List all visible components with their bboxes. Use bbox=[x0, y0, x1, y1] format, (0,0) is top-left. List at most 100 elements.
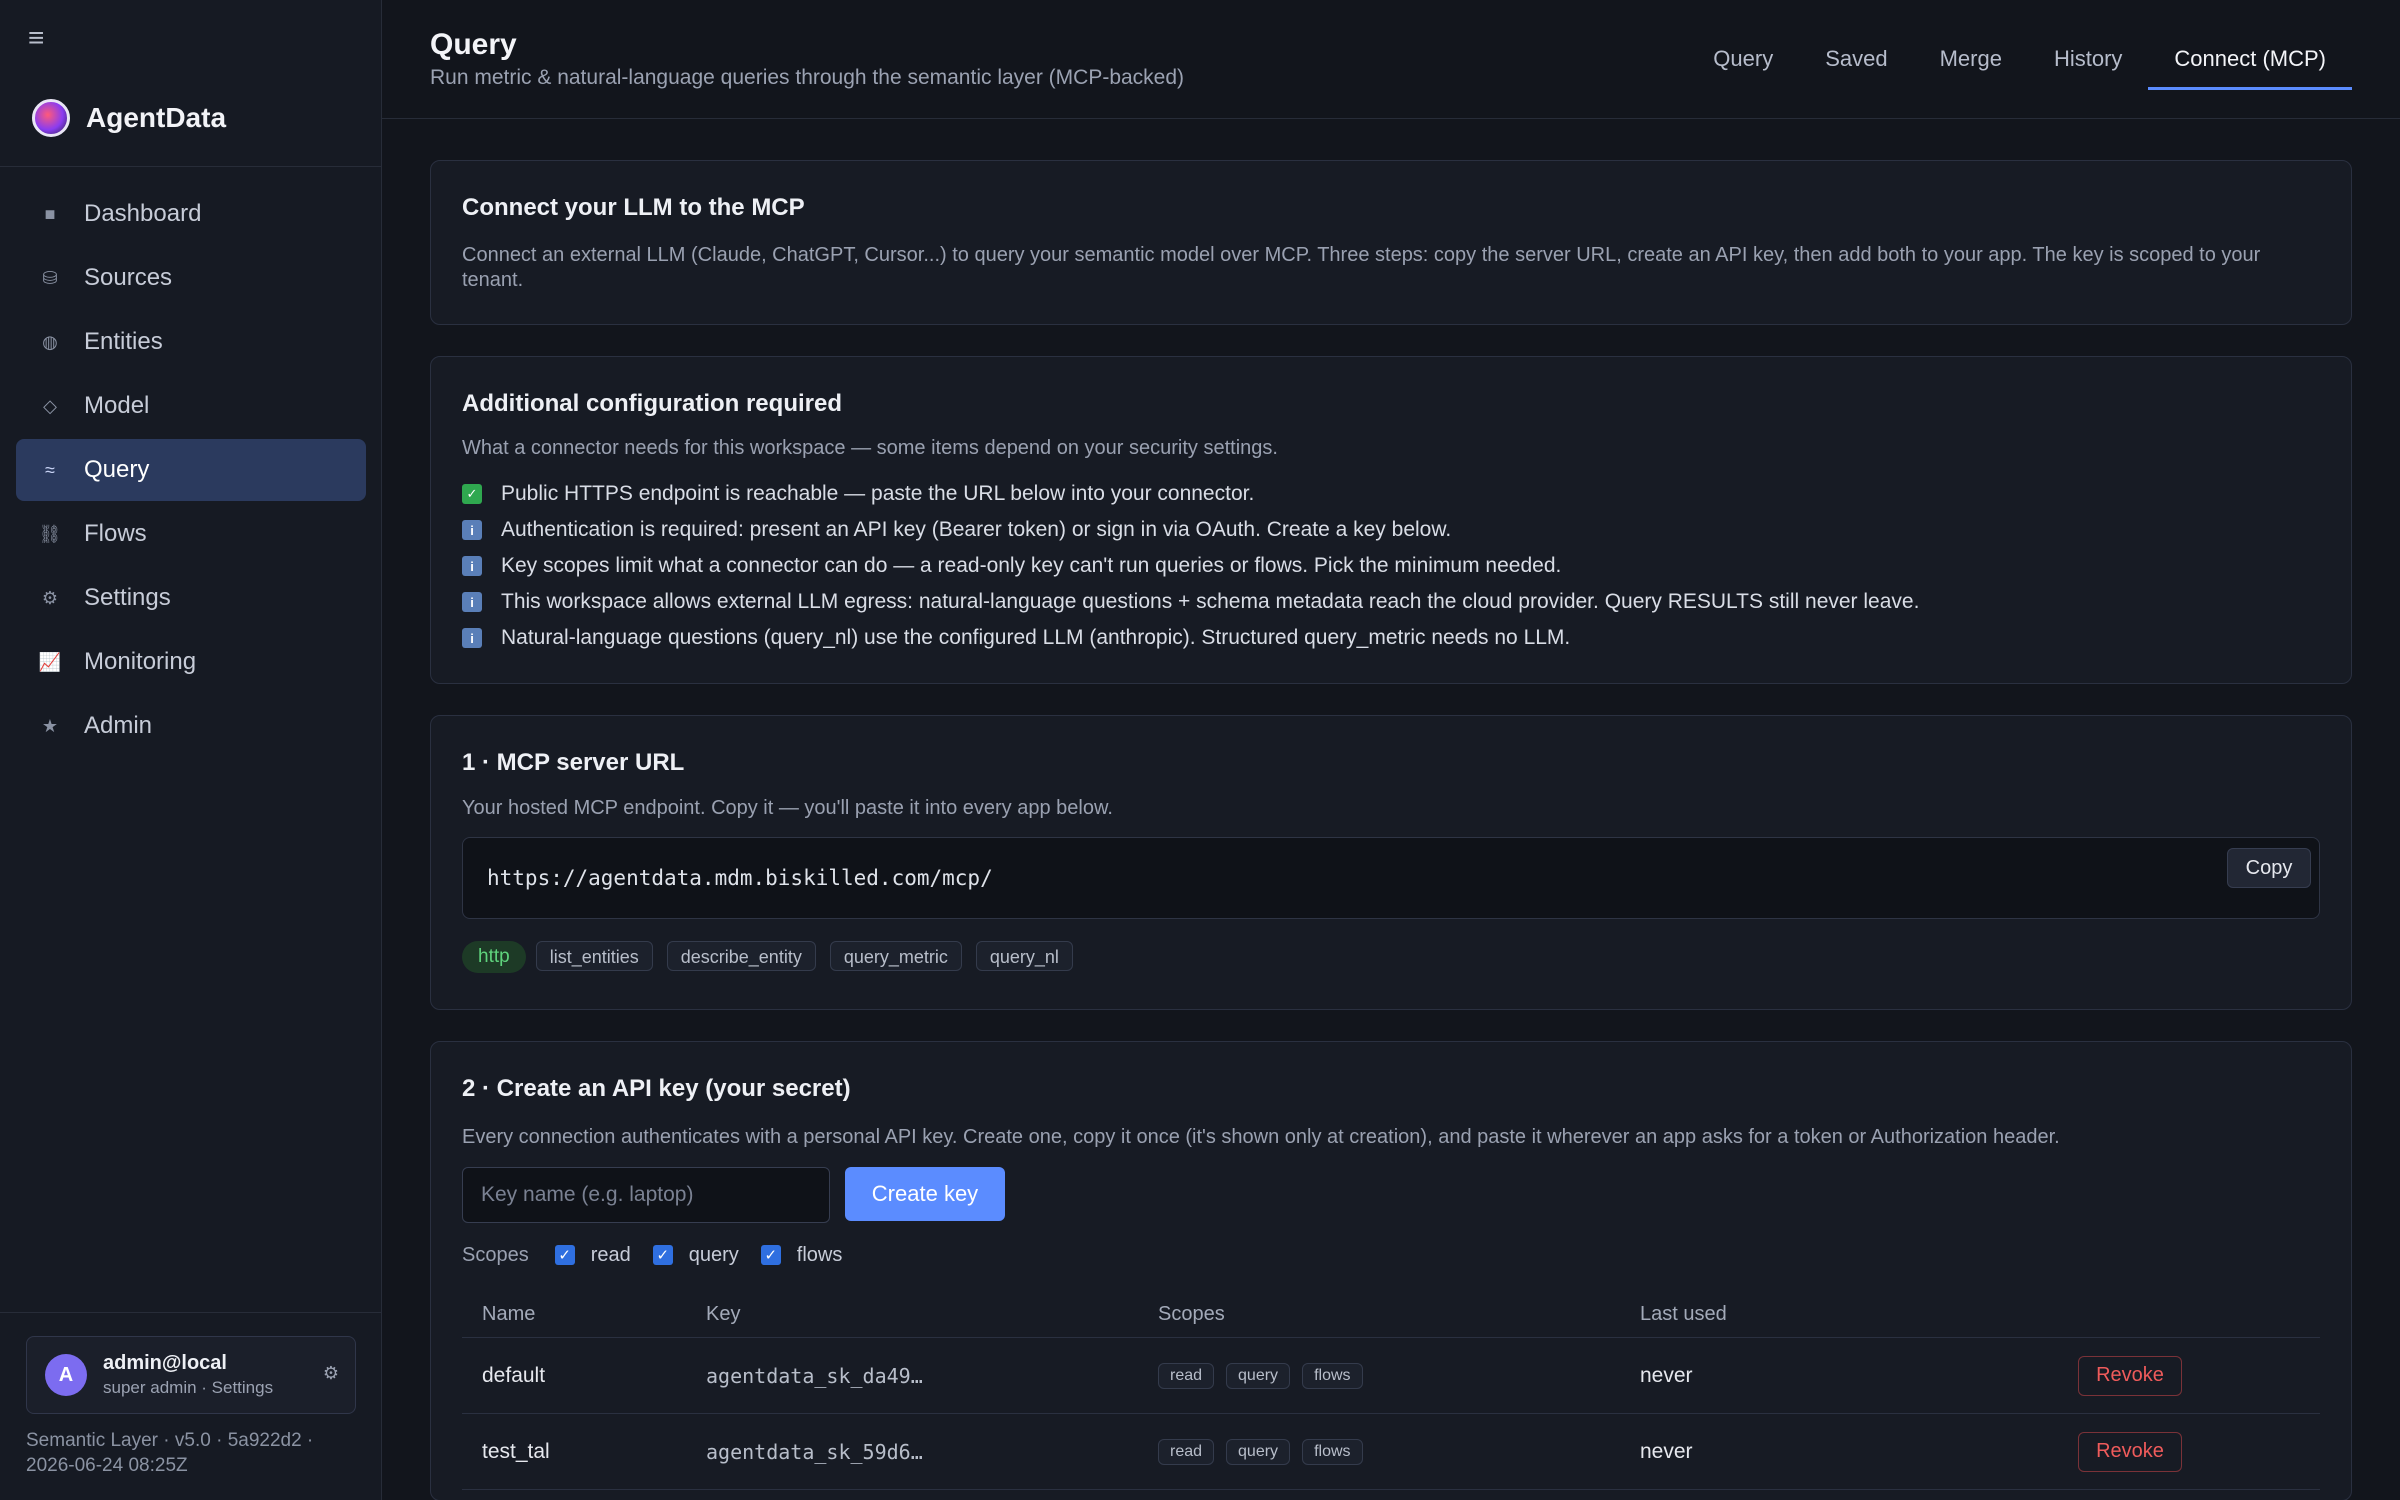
sidebar-item-label: Monitoring bbox=[84, 648, 197, 675]
dashboard-icon: ■ bbox=[44, 203, 56, 224]
divider bbox=[0, 166, 382, 167]
list-item: i This workspace allows external LLM egr… bbox=[462, 584, 1919, 620]
divider bbox=[0, 1312, 382, 1313]
sidebar-item-model[interactable]: ◇ Model bbox=[16, 375, 366, 437]
checkbox-icon[interactable]: ✓ bbox=[652, 1245, 673, 1265]
page-subtitle: Run metric & natural-language queries th… bbox=[430, 66, 1185, 89]
scope-read-checkbox[interactable]: ✓ read bbox=[554, 1244, 631, 1267]
app-name: AgentData bbox=[86, 102, 227, 133]
scope-query-checkbox[interactable]: ✓ query bbox=[652, 1244, 739, 1267]
connect-card: Connect your LLM to the MCP Connect an e… bbox=[430, 160, 2352, 325]
gear-icon[interactable]: ⚙ bbox=[323, 1363, 339, 1384]
page-header: Query Run metric & natural-language quer… bbox=[382, 0, 2400, 119]
server-url-card: 1 · MCP server URL Your hosted MCP endpo… bbox=[430, 715, 2352, 1010]
key-name-input[interactable] bbox=[462, 1167, 830, 1223]
tab-bar: Query Saved Merge History Connect (MCP) bbox=[1687, 30, 2352, 90]
info-icon: i bbox=[462, 592, 482, 612]
tab-connect-mcp[interactable]: Connect (MCP) bbox=[2148, 30, 2352, 90]
column-header: Name bbox=[482, 1303, 536, 1325]
sidebar-item-label: Entities bbox=[84, 328, 163, 355]
scope-tag: read bbox=[1158, 1438, 1215, 1465]
tool-tag: list_entities bbox=[535, 941, 653, 971]
tab-history[interactable]: History bbox=[2028, 30, 2148, 90]
tool-tag: query_nl bbox=[975, 941, 1073, 971]
sidebar-item-label: Query bbox=[84, 456, 150, 483]
row-actions: Revoke bbox=[2078, 1431, 2320, 1472]
requirements-list: ✓ Public HTTPS endpoint is reachable — p… bbox=[462, 476, 1919, 656]
card-title: 1 · MCP server URL bbox=[462, 749, 685, 776]
requirement-text: Authentication is required: present an A… bbox=[501, 518, 1452, 541]
api-key-card: 2 · Create an API key (your secret) Ever… bbox=[430, 1041, 2352, 1500]
user-card[interactable]: A admin@local super admin · Settings ⚙ bbox=[26, 1336, 356, 1414]
sidebar-item-label: Flows bbox=[84, 520, 147, 547]
gear-icon: ⚙ bbox=[41, 587, 59, 608]
key-scopes: read query flows bbox=[1158, 1362, 1640, 1389]
model-icon: ◇ bbox=[43, 395, 57, 416]
last-used: never bbox=[1640, 1439, 1693, 1463]
page-title: Query bbox=[430, 28, 517, 61]
menu-icon[interactable]: ≡ bbox=[28, 22, 44, 54]
table-row: default agentdata_sk_da49… read query fl… bbox=[462, 1338, 2320, 1414]
chart-icon: 📈 bbox=[38, 651, 62, 672]
info-icon: i bbox=[462, 520, 482, 540]
logo-icon bbox=[32, 99, 70, 137]
sidebar-item-query[interactable]: ≈ Query bbox=[16, 439, 366, 501]
flows-icon: ⛓ bbox=[38, 523, 62, 544]
entities-icon: ◍ bbox=[42, 331, 58, 352]
brand[interactable]: AgentData bbox=[32, 96, 226, 140]
info-icon: i bbox=[462, 628, 482, 648]
list-item: i Authentication is required: present an… bbox=[462, 512, 1919, 548]
tab-query[interactable]: Query bbox=[1687, 30, 1799, 90]
card-title: 2 · Create an API key (your secret) bbox=[462, 1075, 851, 1102]
revoke-button[interactable]: Revoke bbox=[2078, 1431, 2182, 1472]
scope-tag: read bbox=[1158, 1362, 1215, 1389]
star-icon: ★ bbox=[41, 715, 59, 736]
scope-label: flows bbox=[796, 1243, 843, 1266]
card-description: Your hosted MCP endpoint. Copy it — you'… bbox=[462, 797, 1113, 819]
server-url-box[interactable]: https://agentdata.mdm.biskilled.com/mcp/… bbox=[462, 837, 2320, 919]
user-role: super admin · Settings bbox=[103, 1378, 274, 1397]
sidebar-item-label: Admin bbox=[84, 712, 153, 739]
user-name: admin@local bbox=[103, 1352, 227, 1374]
sidebar-item-sources[interactable]: ⛁ Sources bbox=[16, 247, 366, 309]
table-row: test_tal agentdata_sk_59d6… read query f… bbox=[462, 1414, 2320, 1490]
scope-flows-checkbox[interactable]: ✓ flows bbox=[760, 1243, 843, 1267]
key-value: agentdata_sk_59d6… bbox=[706, 1439, 923, 1464]
requirement-text: This workspace allows external LLM egres… bbox=[501, 590, 1920, 613]
create-key-button[interactable]: Create key bbox=[845, 1167, 1005, 1221]
copy-button[interactable]: Copy bbox=[2227, 848, 2311, 888]
database-icon: ⛁ bbox=[42, 267, 58, 288]
key-name: default bbox=[482, 1363, 546, 1387]
check-icon: ✓ bbox=[462, 484, 482, 504]
tab-saved[interactable]: Saved bbox=[1799, 30, 1913, 90]
user-info: admin@local super admin · Settings bbox=[103, 1352, 273, 1398]
sidebar: ≡ AgentData ■ Dashboard ⛁ Sources ◍ Enti… bbox=[0, 0, 382, 1500]
column-header: Last used bbox=[1640, 1303, 1727, 1325]
query-icon: ≈ bbox=[45, 459, 55, 480]
sidebar-item-dashboard[interactable]: ■ Dashboard bbox=[16, 183, 366, 245]
requirement-text: Key scopes limit what a connector can do… bbox=[501, 554, 1562, 577]
list-item: i Key scopes limit what a connector can … bbox=[462, 548, 1919, 584]
revoke-button[interactable]: Revoke bbox=[2078, 1355, 2182, 1396]
tool-tag: describe_entity bbox=[666, 941, 816, 971]
scopes-row: Scopes ✓ read ✓ query ✓ flows bbox=[462, 1239, 864, 1271]
scopes-label: Scopes bbox=[462, 1243, 529, 1266]
key-value: agentdata_sk_da49… bbox=[706, 1363, 923, 1388]
sidebar-item-label: Sources bbox=[84, 264, 173, 291]
sidebar-item-admin[interactable]: ★ Admin bbox=[16, 695, 366, 757]
sidebar-item-monitoring[interactable]: 📈 Monitoring bbox=[16, 631, 366, 693]
version-info: Semantic Layer · v5.0 · 5a922d2 · 2026-0… bbox=[26, 1430, 314, 1476]
tool-tag: query_metric bbox=[829, 941, 962, 971]
server-url[interactable]: https://agentdata.mdm.biskilled.com/mcp/ bbox=[487, 866, 993, 890]
column-header: Key bbox=[706, 1303, 741, 1325]
sidebar-item-entities[interactable]: ◍ Entities bbox=[16, 311, 366, 373]
api-keys-table: Name Key Scopes Last used default agentd… bbox=[462, 1292, 2320, 1490]
sidebar-item-settings[interactable]: ⚙ Settings bbox=[16, 567, 366, 629]
scope-tag: flows bbox=[1302, 1438, 1363, 1465]
tab-merge[interactable]: Merge bbox=[1914, 30, 2028, 90]
checkbox-icon[interactable]: ✓ bbox=[554, 1245, 575, 1265]
card-title: Connect your LLM to the MCP bbox=[462, 194, 805, 221]
checkbox-icon[interactable]: ✓ bbox=[760, 1245, 781, 1265]
tool-tags: http list_entities describe_entity query… bbox=[462, 941, 1087, 973]
sidebar-item-flows[interactable]: ⛓ Flows bbox=[16, 503, 366, 565]
